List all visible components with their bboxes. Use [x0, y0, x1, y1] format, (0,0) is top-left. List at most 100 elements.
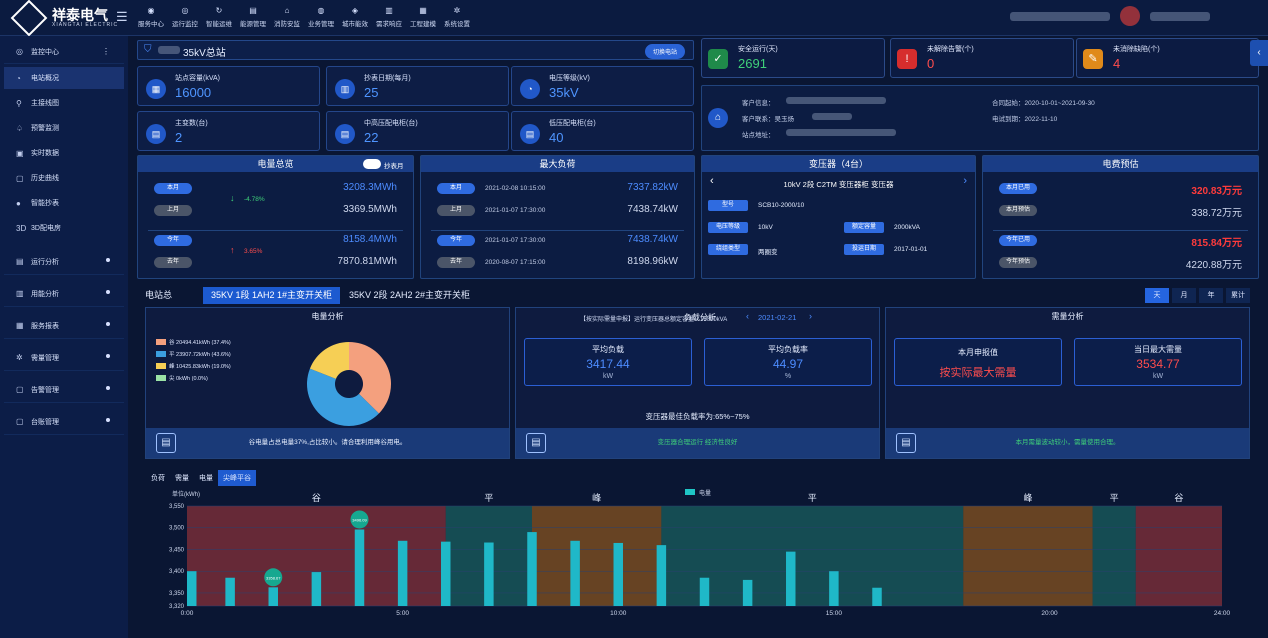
brand-sub: XIANGTAI ELECTRIC — [52, 22, 119, 28]
pill-今年[interactable]: 今年 — [437, 235, 475, 246]
value-a: 7438.74kW — [627, 234, 678, 245]
device-tabs: 电站总 35KV 1段 1AH2 1#主变开关柜 35KV 2段 2AH2 2#主变… — [137, 287, 1257, 305]
sidebar-section-label: 服务报表 — [31, 322, 59, 330]
nav-item-9[interactable]: ✲ 系统设置 — [440, 2, 474, 34]
avg-load-box: 平均负载 3417.44 kW — [524, 338, 692, 386]
pill-今年预估[interactable]: 今年预估 — [999, 257, 1037, 268]
time-a: 2021-01-07 17:30:00 — [485, 237, 546, 244]
card-value: 25 — [364, 85, 379, 100]
nav-item-2[interactable]: ↻ 智能运维 — [202, 2, 236, 34]
switch-station-button[interactable]: 切换电站 — [644, 44, 685, 59]
station-name: 35kV总站 — [183, 48, 226, 59]
load-date[interactable]: 2021-02-21 — [758, 313, 796, 322]
sidebar-section-1[interactable]: ▥ 用能分析 — [4, 281, 124, 307]
chart-icon: ▤ — [526, 433, 546, 453]
nav-label: 智能运维 — [206, 21, 232, 28]
sidebar-item-2[interactable]: ♤ 预警监测 — [4, 117, 124, 139]
nav-item-1[interactable]: ◎ 运行监控 — [168, 2, 202, 34]
customer-address-label: 站点地址： — [742, 132, 775, 139]
chart-tab-0[interactable]: 负荷 — [146, 470, 170, 486]
sidebar-item-0[interactable]: ◔ 电站概况 — [4, 67, 124, 89]
date-next-icon[interactable]: › — [809, 311, 812, 321]
legend-label: 尖 0kWh (0.0%) — [169, 376, 208, 382]
field-key: 绕组类型 — [708, 244, 748, 255]
max-demand-unit: kW — [1152, 373, 1164, 380]
sidebar-group-label: 监控中心 — [31, 48, 59, 56]
sidebar-section-5[interactable]: ▢ 台账管理 — [4, 409, 124, 435]
hamburger-menu-icon[interactable]: ☰ — [116, 9, 128, 25]
sidebar-item-icon: 3D — [16, 223, 27, 233]
card-icon: ▤ — [520, 124, 540, 144]
expand-dot-icon — [106, 322, 110, 326]
bar-9 — [570, 540, 580, 606]
user-area[interactable] — [1010, 6, 1260, 28]
nav-item-6[interactable]: ◈ 城市能效 — [338, 2, 372, 34]
sidebar-section-2[interactable]: ▦ 服务报表 — [4, 313, 124, 339]
sidebar-section-4[interactable]: ▢ 告警管理 — [4, 377, 124, 403]
toggle-switch[interactable] — [363, 159, 381, 169]
demand-footer: ▤ 本月需量波动较小，需量使用合理。 — [886, 428, 1249, 458]
period-2[interactable]: 年 — [1199, 288, 1223, 303]
pill-本月已用[interactable]: 本月已用 — [999, 183, 1037, 194]
pill-上月[interactable]: 上月 — [154, 205, 192, 216]
next-arrow-icon[interactable]: › — [963, 175, 967, 187]
date-prev-icon[interactable]: ‹ — [746, 311, 749, 321]
transformer-title: 变压器（4台） — [702, 156, 975, 172]
sidebar-item-6[interactable]: 3D 3D配电房 — [4, 217, 124, 239]
sidebar-item-3[interactable]: ▣ 实时数据 — [4, 142, 124, 164]
y-axis-label: 单位(kWh) — [172, 490, 200, 498]
field-value: 2000kVA — [894, 224, 920, 231]
tab-1[interactable]: 35KV 1段 1AH2 1#主变开关柜 — [203, 287, 341, 304]
max-demand-label: 当日最大需量 — [1134, 345, 1182, 354]
nav-item-0[interactable]: ◉ 服务中心 — [134, 2, 168, 34]
logo[interactable]: 祥泰电气 XIANGTAI ELECTRIC — [10, 0, 119, 37]
declare-box: 本月申报值 按实际最大需量 — [894, 338, 1062, 386]
pill-本月预估[interactable]: 本月预估 — [999, 205, 1037, 216]
nav-item-3[interactable]: ▤ 能源管理 — [236, 2, 270, 34]
sidebar-item-4[interactable]: ▢ 历史曲线 — [4, 167, 124, 189]
toggle-label: 抄表月 — [384, 163, 404, 170]
sidebar-section-icon: ▥ — [16, 289, 24, 298]
sidebar-section-3[interactable]: ✲ 需量管理 — [4, 345, 124, 371]
pill-去年[interactable]: 去年 — [154, 257, 192, 268]
energy-foot-text: 谷电量占总电量37%,占比较小。请合理利用峰谷用电。 — [248, 439, 407, 446]
pill-今年已用[interactable]: 今年已用 — [999, 235, 1037, 246]
nav-item-5[interactable]: ◍ 业务管理 — [304, 2, 338, 34]
pill-本月[interactable]: 本月 — [154, 183, 192, 194]
sidebar-item-1[interactable]: ⚲ 主接线图 — [4, 92, 124, 114]
expand-dot-icon — [106, 354, 110, 358]
nav-item-8[interactable]: ▦ 工程建模 — [406, 2, 440, 34]
period-0[interactable]: 天 — [1145, 288, 1169, 303]
sidebar-section-0[interactable]: ▤ 运行分析 — [4, 249, 124, 275]
customer-panel: ⌂ 客户信息： 客户联系：吴玉炀 站点地址： 合同起始：2020-10-01~2… — [701, 85, 1259, 151]
nav-label: 业务管理 — [308, 21, 334, 28]
chart-tab-2[interactable]: 电量 — [194, 470, 218, 486]
card-label: 主变数(台) — [175, 120, 208, 127]
nav-item-4[interactable]: ⌂ 消防安监 — [270, 2, 304, 34]
bar-11 — [656, 545, 667, 606]
collapse-panel-button[interactable]: ‹ — [1250, 40, 1268, 66]
bar-4 — [354, 529, 365, 606]
avg-rate-label: 平均负载率 — [768, 345, 808, 354]
value-a: 7337.82kW — [627, 182, 678, 193]
tab-0[interactable]: 电站总 — [137, 287, 180, 304]
legend-item: 平 23907.72kWh (43.6%) — [156, 350, 231, 358]
y-tick-5: 3,550 — [169, 504, 185, 510]
period-3[interactable]: 累计 — [1226, 288, 1250, 303]
pill-去年[interactable]: 去年 — [437, 257, 475, 268]
period-1[interactable]: 月 — [1172, 288, 1196, 303]
nav-label: 运行监控 — [172, 21, 198, 28]
pill-本月[interactable]: 本月 — [437, 183, 475, 194]
pill-今年[interactable]: 今年 — [154, 235, 192, 246]
sidebar-item-5[interactable]: ● 智能抄表 — [4, 192, 124, 214]
y-tick-3: 3,450 — [169, 547, 185, 553]
pill-上月[interactable]: 上月 — [437, 205, 475, 216]
field-key: 额定容量 — [844, 222, 884, 233]
sidebar-group-monitor[interactable]: ◎ 监控中心 ⋮ — [4, 40, 124, 64]
band-label-5: 平 — [1110, 493, 1119, 503]
chart-tab-1[interactable]: 需量 — [170, 470, 194, 486]
chart-tab-3[interactable]: 尖峰平谷 — [218, 470, 256, 486]
nav-item-7[interactable]: ▥ 需求响应 — [372, 2, 406, 34]
tab-2[interactable]: 35KV 2段 2AH2 2#主变开关柜 — [341, 287, 478, 304]
info-card-1: ▥ 抄表日期(每月) 25 — [326, 66, 509, 106]
